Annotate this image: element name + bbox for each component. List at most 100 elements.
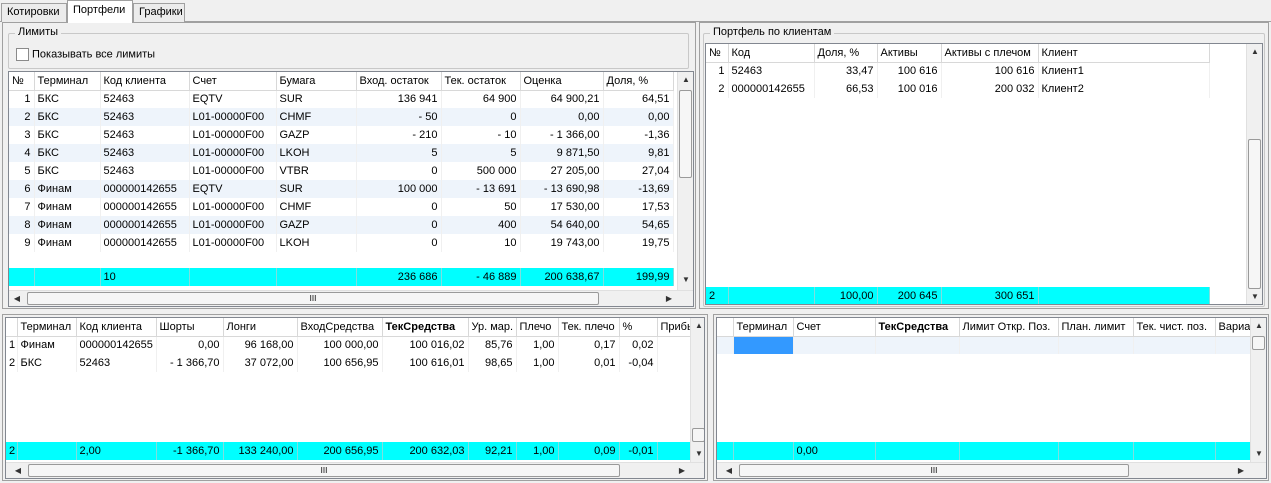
table-cell[interactable]: 100 016	[877, 80, 942, 98]
table-cell[interactable]: -0,04	[619, 354, 658, 372]
tab-quotes[interactable]: Котировки	[1, 3, 67, 22]
table-row[interactable]: 9 Финам 000000142655 L01-00000F00 LKOH 0 10 19 …	[9, 234, 674, 252]
table-cell[interactable]: LKOH	[276, 144, 357, 162]
table-cell[interactable]: - 13 690,98	[520, 180, 604, 198]
total-cell[interactable]	[1215, 442, 1251, 460]
total-cell[interactable]	[733, 442, 794, 460]
table-cell[interactable]: 000000142655	[100, 198, 190, 216]
show-all-limits-checkbox[interactable]: Показывать все лимиты	[16, 48, 155, 61]
portfolio-vscroll[interactable]: ▲ ▼	[1246, 44, 1262, 304]
total-cell[interactable]: -1 366,70	[156, 442, 224, 460]
scroll-up-icon[interactable]: ▲	[1251, 318, 1266, 334]
total-cell[interactable]: 10	[100, 268, 190, 286]
total-cell[interactable]: 2	[6, 442, 18, 460]
col-header[interactable]: Активы	[877, 44, 942, 63]
table-cell[interactable]: Финам	[34, 234, 101, 252]
total-cell[interactable]	[189, 268, 277, 286]
table-cell[interactable]: 5	[356, 144, 442, 162]
table-cell[interactable]: 52463	[100, 162, 190, 180]
total-cell[interactable]: - 46 889	[441, 268, 521, 286]
table-cell[interactable]: 33,47	[814, 62, 878, 80]
table-cell[interactable]: 0	[356, 198, 442, 216]
scroll-thumb[interactable]	[1248, 139, 1261, 289]
scroll-thumb[interactable]: III	[739, 464, 1129, 477]
table-cell[interactable]: 54,65	[603, 216, 674, 234]
table-cell[interactable]: CHMF	[276, 108, 357, 126]
table-cell[interactable]: 64,51	[603, 90, 674, 108]
total-cell[interactable]: 133 240,00	[223, 442, 298, 460]
table-cell[interactable]: 1	[706, 62, 729, 80]
table-cell[interactable]: Финам	[17, 336, 77, 354]
col-header[interactable]: Лонги	[223, 318, 298, 337]
table-row[interactable]: 6 Финам 000000142655 EQTV SUR 100 000- 13 691…	[9, 180, 674, 198]
col-header[interactable]: Тек. чист. поз.	[1133, 318, 1216, 337]
table-cell[interactable]: SUR	[276, 180, 357, 198]
table-cell[interactable]: Клиент2	[1038, 80, 1210, 98]
table-cell[interactable]: 5	[441, 144, 521, 162]
col-header[interactable]: Тек. плечо	[558, 318, 620, 337]
table-cell[interactable]: 66,53	[814, 80, 878, 98]
table-cell[interactable]: 52463	[728, 62, 815, 80]
table-cell[interactable]: 0,17	[558, 336, 620, 354]
total-cell[interactable]	[1058, 442, 1134, 460]
tab-charts[interactable]: Графики	[133, 3, 185, 22]
total-cell[interactable]: 200 656,95	[297, 442, 383, 460]
table-cell[interactable]: L01-00000F00	[189, 108, 277, 126]
table-cell[interactable]: 100 656,95	[297, 354, 383, 372]
table-cell[interactable]: 54 640,00	[520, 216, 604, 234]
col-header[interactable]: Код	[728, 44, 815, 63]
table-cell[interactable]: БКС	[34, 108, 101, 126]
col-header[interactable]: Доля, %	[814, 44, 878, 63]
col-header[interactable]: №	[9, 72, 35, 91]
col-header[interactable]: №	[706, 44, 729, 63]
table-row[interactable]: 2 БКС 52463- 1 366,70 37 072,00 100 656,95 10…	[6, 354, 704, 372]
table-cell[interactable]: 3	[9, 126, 35, 144]
col-header[interactable]: План. лимит	[1058, 318, 1134, 337]
table-cell[interactable]: Финам	[34, 198, 101, 216]
table-cell[interactable]: -13,69	[603, 180, 674, 198]
scroll-down-icon[interactable]: ▼	[678, 272, 693, 288]
scroll-up-icon[interactable]: ▲	[691, 318, 704, 334]
table-cell[interactable]: LKOH	[276, 234, 357, 252]
table-cell[interactable]: 37 072,00	[223, 354, 298, 372]
table-cell[interactable]: L01-00000F00	[189, 216, 277, 234]
total-cell[interactable]: 236 686	[356, 268, 442, 286]
total-cell[interactable]: 200 645	[877, 287, 942, 304]
table-cell[interactable]: 8	[9, 216, 35, 234]
table-cell[interactable]: 4	[9, 144, 35, 162]
table-cell[interactable]: БКС	[34, 90, 101, 108]
portfolio-total-row[interactable]: 2 100,00 200 645 300 651	[706, 287, 1210, 304]
col-header[interactable]: Лимит Откр. Поз.	[959, 318, 1059, 337]
table-cell[interactable]: 0	[441, 108, 521, 126]
table-cell[interactable]: L01-00000F00	[189, 162, 277, 180]
total-cell[interactable]	[276, 268, 357, 286]
table-cell[interactable]: 100 616,01	[382, 354, 469, 372]
table-cell[interactable]: SUR	[276, 90, 357, 108]
scroll-right-icon[interactable]: ▶	[661, 291, 677, 306]
table-cell[interactable]: 100 616	[877, 62, 942, 80]
col-header[interactable]: ТекСредства	[875, 318, 960, 337]
scroll-thumb[interactable]	[1252, 336, 1265, 350]
col-header[interactable]: Терминал	[733, 318, 794, 337]
table-cell[interactable]: 64 900,21	[520, 90, 604, 108]
checkbox-box[interactable]	[16, 48, 29, 61]
table-cell[interactable]: 2	[9, 108, 35, 126]
total-cell[interactable]: 2,00	[76, 442, 157, 460]
table-cell[interactable]: 52463	[76, 354, 157, 372]
limits-hscroll[interactable]: ◀ III ▶	[9, 290, 693, 306]
table-row[interactable]: 1 52463 33,47 100 616 100 616 Клиент1	[706, 62, 1210, 80]
total-cell[interactable]: 0,00	[793, 442, 876, 460]
selected-cell[interactable]	[733, 336, 794, 354]
clients-vscroll[interactable]: ▲ ▼	[690, 318, 704, 462]
col-header[interactable]: Активы с плечом	[941, 44, 1039, 63]
table-cell[interactable]: 19 743,00	[520, 234, 604, 252]
scroll-up-icon[interactable]: ▲	[1247, 44, 1262, 60]
table-cell[interactable]: 100 000	[356, 180, 442, 198]
total-cell[interactable]	[728, 287, 815, 304]
table-cell[interactable]: 500 000	[441, 162, 521, 180]
total-cell[interactable]	[9, 268, 35, 286]
col-header[interactable]: Счет	[793, 318, 876, 337]
table-cell[interactable]: L01-00000F00	[189, 198, 277, 216]
table-cell[interactable]: 0,00	[520, 108, 604, 126]
table-row[interactable]: 3 БКС 52463 L01-00000F00 GAZP - 210- 10- 1 36…	[9, 126, 674, 144]
